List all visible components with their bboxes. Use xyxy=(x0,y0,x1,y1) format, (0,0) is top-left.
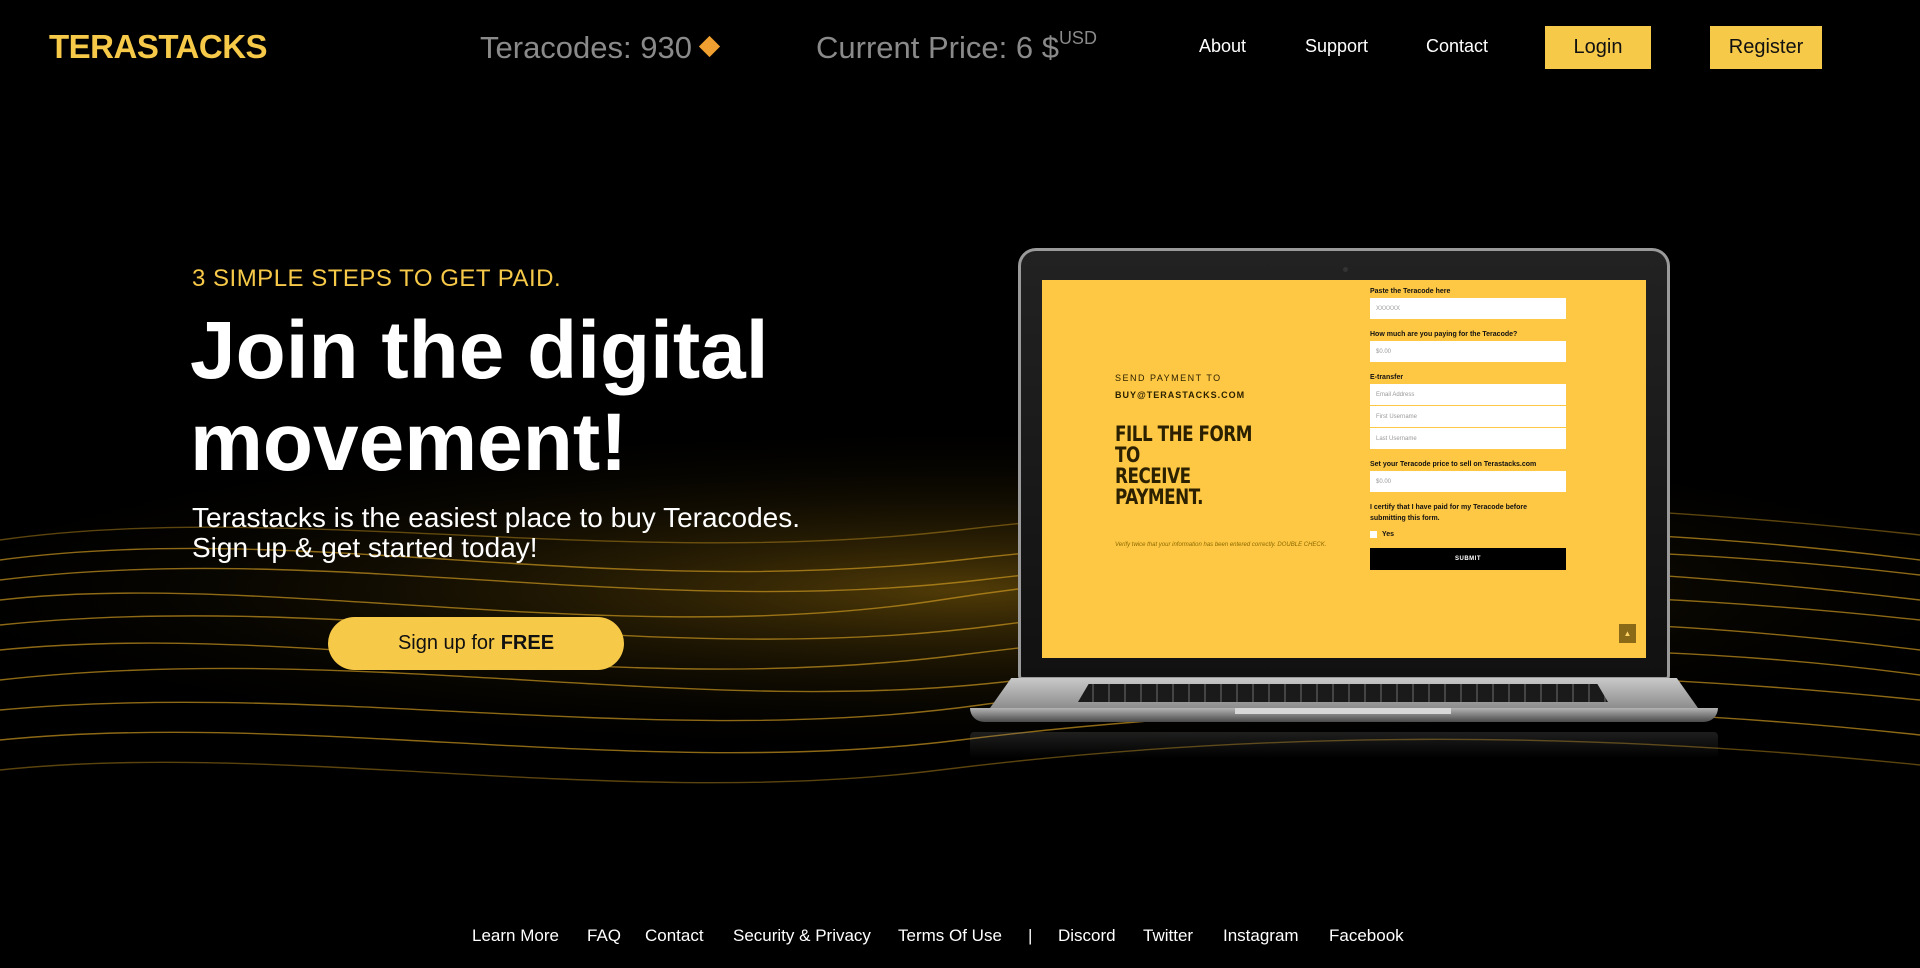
sell-price-input: $0.00 xyxy=(1370,471,1566,492)
headline-line-1: Join the digital xyxy=(190,305,769,396)
nav-contact[interactable]: Contact xyxy=(1426,36,1488,57)
sell-price-label: Set your Teracode price to sell on Teras… xyxy=(1370,461,1537,468)
teracode-label: Paste the Teracode here xyxy=(1370,288,1451,295)
laptop-reflection xyxy=(970,732,1718,758)
hero-eyebrow: 3 SIMPLE STEPS TO GET PAID. xyxy=(192,265,562,292)
payment-email: BUY@TERASTACKS.COM xyxy=(1115,390,1246,400)
certify-line-1: I certify that I have paid for my Teraco… xyxy=(1370,504,1528,511)
submit-button: SUBMIT xyxy=(1370,548,1566,570)
etransfer-label: E-transfer xyxy=(1370,374,1404,381)
hero-headline: Join the digital movement! xyxy=(190,305,890,489)
email-field: Email Address xyxy=(1370,384,1566,405)
paying-label: How much are you paying for the Teracode… xyxy=(1370,331,1518,338)
trackpad xyxy=(1235,708,1451,714)
laptop-base xyxy=(970,678,1718,730)
first-username-field: First Username xyxy=(1370,406,1566,427)
nav-about[interactable]: About xyxy=(1199,36,1246,57)
diamond-icon xyxy=(698,36,721,58)
footer-divider: | xyxy=(1028,926,1033,945)
laptop-mockup: SEND PAYMENT TO BUY@TERASTACKS.COM FILL … xyxy=(970,248,1718,778)
teracodes-count: Teracodes: 930 xyxy=(480,30,721,66)
hero-subtext: Terastacks is the easiest place to buy T… xyxy=(192,503,912,563)
certify-line-2: submitting this form. xyxy=(1370,515,1440,522)
headline-line-2: movement! xyxy=(190,397,628,488)
price-unit: USD xyxy=(1058,28,1097,48)
scroll-top-icon: ▲ xyxy=(1619,624,1636,643)
send-payment-label: SEND PAYMENT TO xyxy=(1115,373,1222,383)
signup-free-button[interactable]: Sign up for FREE xyxy=(328,617,624,670)
certify-text: I certify that I have paid for my Teraco… xyxy=(1370,504,1566,527)
subtext-line-2: Sign up & get started today! xyxy=(192,532,538,563)
paying-input: $0.00 xyxy=(1370,341,1566,362)
site-header: TERASTACKS Teracodes: 930 Current Price:… xyxy=(0,0,1920,95)
logo[interactable]: TERASTACKS xyxy=(49,28,268,66)
cta-prefix: Sign up for xyxy=(397,632,495,654)
payment-form: Paste the Teracode here XXXXXX How much … xyxy=(1370,288,1566,570)
payment-info: SEND PAYMENT TO BUY@TERASTACKS.COM FILL … xyxy=(1115,373,1355,548)
footer-facebook[interactable]: Facebook xyxy=(1329,926,1404,946)
screen-heading-line-1: FILL THE FORM TO xyxy=(1115,422,1253,467)
yes-label: Yes xyxy=(1382,531,1395,538)
certify-checkbox: Yes xyxy=(1370,531,1566,538)
footer-twitter[interactable]: Twitter xyxy=(1143,926,1193,946)
site-footer: Learn More FAQ Contact Security & Privac… xyxy=(0,926,1920,956)
camera-icon xyxy=(1343,267,1348,272)
price-label: Current Price: 6 $ xyxy=(816,30,1059,65)
footer-discord[interactable]: Discord xyxy=(1058,926,1116,946)
keyboard xyxy=(1078,684,1608,702)
register-button[interactable]: Register xyxy=(1710,26,1822,69)
laptop-screen: SEND PAYMENT TO BUY@TERASTACKS.COM FILL … xyxy=(1042,280,1646,658)
screen-heading-line-2: RECEIVE PAYMENT. xyxy=(1115,464,1204,509)
footer-terms[interactable]: Terms Of Use xyxy=(898,926,1002,946)
last-username-field: Last Username xyxy=(1370,428,1566,449)
verify-note: Verify twice that your information has b… xyxy=(1115,542,1327,548)
teracodes-label: Teracodes: 930 xyxy=(480,30,692,65)
checkbox-icon xyxy=(1370,531,1377,538)
current-price: Current Price: 6 $USD xyxy=(816,28,1097,66)
login-button[interactable]: Login xyxy=(1545,26,1651,69)
footer-instagram[interactable]: Instagram xyxy=(1223,926,1299,946)
subtext-line-1: Terastacks is the easiest place to buy T… xyxy=(192,502,801,533)
footer-security-privacy[interactable]: Security & Privacy xyxy=(733,926,871,946)
teracode-input: XXXXXX xyxy=(1370,298,1566,319)
footer-faq[interactable]: FAQ xyxy=(587,926,621,946)
footer-learn-more[interactable]: Learn More xyxy=(472,926,559,946)
cta-emphasis: FREE xyxy=(500,632,555,654)
nav-support[interactable]: Support xyxy=(1305,36,1368,57)
footer-contact[interactable]: Contact xyxy=(645,926,704,946)
screen-heading: FILL THE FORM TO RECEIVE PAYMENT. xyxy=(1115,424,1275,508)
